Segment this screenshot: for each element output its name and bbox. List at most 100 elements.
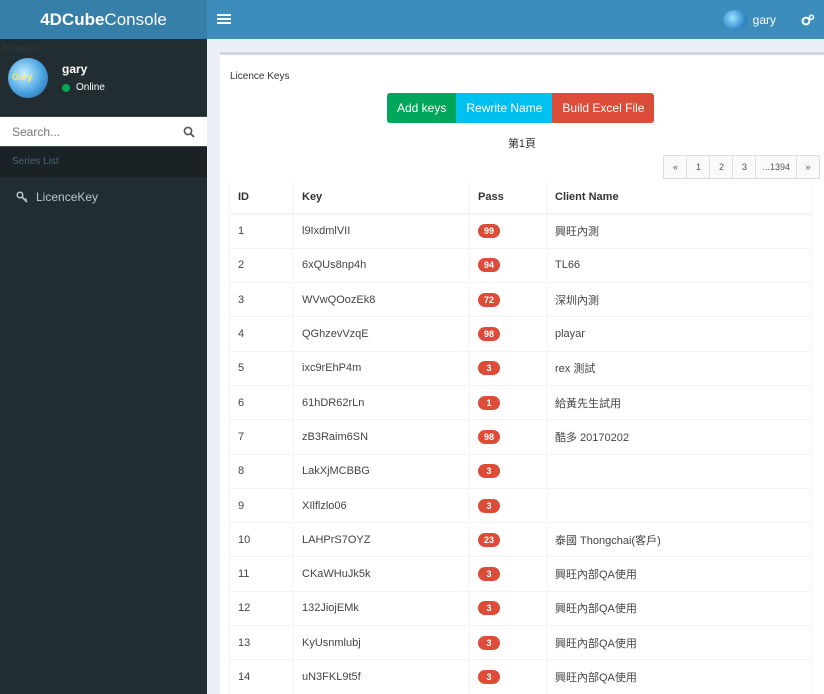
cell-key: XIlflzlo06: [293, 487, 470, 523]
user-status-label: Online: [76, 82, 105, 93]
cell-key: zB3Raim6SN: [293, 419, 470, 455]
table-row[interactable]: 11 CKaWHuJk5k 3 興旺內部QA使用: [229, 556, 812, 592]
table-row[interactable]: 6 61hDR62rLn 1 給黃先生試用: [229, 384, 812, 420]
sidebar-item-label: LicenceKey: [36, 190, 99, 204]
column-header-pass: Pass: [469, 181, 547, 215]
cell-client-name: 興旺內部QA使用: [546, 659, 812, 694]
cell-client-name: 酷多 20170202: [546, 419, 812, 455]
cell-key: 6xQUs8np4h: [293, 247, 470, 283]
cell-client-name: TL66: [546, 247, 812, 283]
table-body: 1 l9IxdmlVII 99 興旺內測 2 6xQUs8np4h 94 TL66 3 WVwQO…: [229, 213, 812, 694]
cell-pass: 1: [469, 384, 547, 420]
table-row[interactable]: 7 zB3Raim6SN 98 酷多 20170202: [229, 419, 812, 455]
pass-badge: 3: [478, 601, 500, 616]
table-row[interactable]: 14 uN3FKL9t5f 3 興旺內部QA使用: [229, 659, 812, 694]
top-navbar: gary: [207, 0, 824, 39]
table-row[interactable]: 9 XIlflzlo06 3: [229, 487, 812, 523]
rewrite-name-button[interactable]: Rewrite Name: [456, 93, 553, 123]
table-row[interactable]: 4 QGhzevVzqE 98 playar: [229, 316, 812, 352]
cell-id: 10: [229, 522, 294, 557]
cell-client-name: rex 測試: [546, 350, 812, 386]
avatar-text: Gary: [12, 71, 33, 82]
cell-id: 14: [229, 659, 294, 694]
table-row[interactable]: 3 WVwQOozEk8 72 深圳內測: [229, 282, 812, 317]
cell-id: 7: [229, 419, 294, 455]
table-row[interactable]: 13 KyUsnmlubj 3 興旺內部QA使用: [229, 625, 812, 660]
cell-key: 61hDR62rLn: [293, 384, 470, 420]
cell-id: 9: [229, 487, 294, 523]
table-row[interactable]: 12 132JiojEMk 3 興旺內部QA使用: [229, 590, 812, 626]
table-row[interactable]: 10 LAHPrS7OYZ 23 泰國 Thongchai(客戶): [229, 522, 812, 557]
add-keys-button[interactable]: Add keys: [387, 93, 457, 123]
cell-pass: 94: [469, 247, 547, 283]
build-excel-button[interactable]: Build Excel File: [552, 93, 655, 123]
user-status: Online: [62, 82, 105, 93]
cell-key: LAHPrS7OYZ: [293, 522, 470, 557]
pass-badge: 3: [478, 361, 500, 376]
cell-client-name: 給黃先生試用: [546, 384, 812, 420]
cell-key: WVwQOozEk8: [293, 282, 470, 317]
cell-key: l9IxdmlVII: [293, 213, 470, 249]
page-next[interactable]: »: [796, 155, 820, 179]
pass-badge: 98: [478, 429, 500, 444]
gears-icon[interactable]: [796, 13, 820, 26]
cell-pass: 72: [469, 282, 547, 317]
cell-client-name: 深圳內測: [546, 282, 812, 317]
user-avatar: Gary: [8, 57, 48, 98]
page-prev[interactable]: «: [663, 155, 688, 179]
cell-client-name: 興旺內部QA使用: [546, 625, 812, 660]
cell-key: ixc9rEhP4m: [293, 350, 470, 386]
sidebar: Software Gary gary Online Series List Li…: [0, 39, 207, 694]
cell-key: CKaWHuJk5k: [293, 556, 470, 592]
cell-pass: 3: [469, 556, 547, 592]
cell-id: 4: [229, 316, 294, 352]
cell-id: 3: [229, 282, 294, 317]
cell-pass: 3: [469, 659, 547, 694]
licence-keys-table: ID Key Pass Client Name 1 l9IxdmlVII 99 興旺內…: [229, 181, 812, 694]
pagination: « 1 2 3 ...1394 »: [663, 155, 820, 179]
cell-pass: 3: [469, 590, 547, 626]
column-header-id: ID: [229, 181, 294, 215]
cell-client-name: 興旺內部QA使用: [546, 590, 812, 626]
search-icon: [183, 126, 195, 138]
online-status-icon: [62, 83, 70, 92]
cell-id: 12: [229, 590, 294, 626]
action-buttons: Add keys Rewrite Name Build Excel File: [387, 93, 655, 123]
content-area: Licence Keys Add keys Rewrite Name Build…: [207, 39, 824, 694]
cell-client-name: [546, 453, 812, 489]
navbar-user-name[interactable]: gary: [753, 13, 776, 27]
page-1[interactable]: 1: [686, 155, 711, 179]
pass-badge: 3: [478, 670, 500, 685]
sidebar-search-form: [0, 116, 207, 147]
cell-id: 1: [229, 213, 294, 249]
cell-pass: 98: [469, 316, 547, 352]
logo-bold: 4DCube: [40, 9, 105, 29]
cell-key: KyUsnmlubj: [293, 625, 470, 660]
cell-pass: 23: [469, 522, 547, 557]
cell-client-name: 興旺內部QA使用: [546, 556, 812, 592]
sidebar-item-licencekey[interactable]: LicenceKey: [0, 179, 207, 215]
user-name: gary: [62, 62, 88, 76]
search-input[interactable]: [0, 117, 171, 146]
table-row[interactable]: 8 LakXjMCBBG 3: [229, 453, 812, 489]
page-3[interactable]: 3: [732, 155, 757, 179]
navbar-avatar[interactable]: [722, 9, 747, 30]
cell-client-name: playar: [546, 316, 812, 352]
cell-key: QGhzevVzqE: [293, 316, 470, 352]
cell-pass: 3: [469, 487, 547, 523]
licence-keys-box: Licence Keys Add keys Rewrite Name Build…: [220, 52, 824, 694]
cell-key: 132JiojEMk: [293, 590, 470, 626]
app-logo[interactable]: 4DCube Console: [0, 0, 207, 39]
logo-rest: Console: [104, 9, 167, 29]
search-button[interactable]: [171, 117, 207, 146]
key-icon: [16, 191, 30, 203]
table-row[interactable]: 1 l9IxdmlVII 99 興旺內測: [229, 213, 812, 249]
sidebar-toggle-icon[interactable]: [217, 10, 247, 30]
table-row[interactable]: 5 ixc9rEhP4m 3 rex 測試: [229, 350, 812, 386]
page-2[interactable]: 2: [709, 155, 734, 179]
table-row[interactable]: 2 6xQUs8np4h 94 TL66: [229, 247, 812, 283]
cell-pass: 99: [469, 213, 547, 249]
pass-badge: 98: [478, 327, 500, 342]
page-last[interactable]: ...1394: [755, 155, 797, 179]
cell-pass: 98: [469, 419, 547, 455]
